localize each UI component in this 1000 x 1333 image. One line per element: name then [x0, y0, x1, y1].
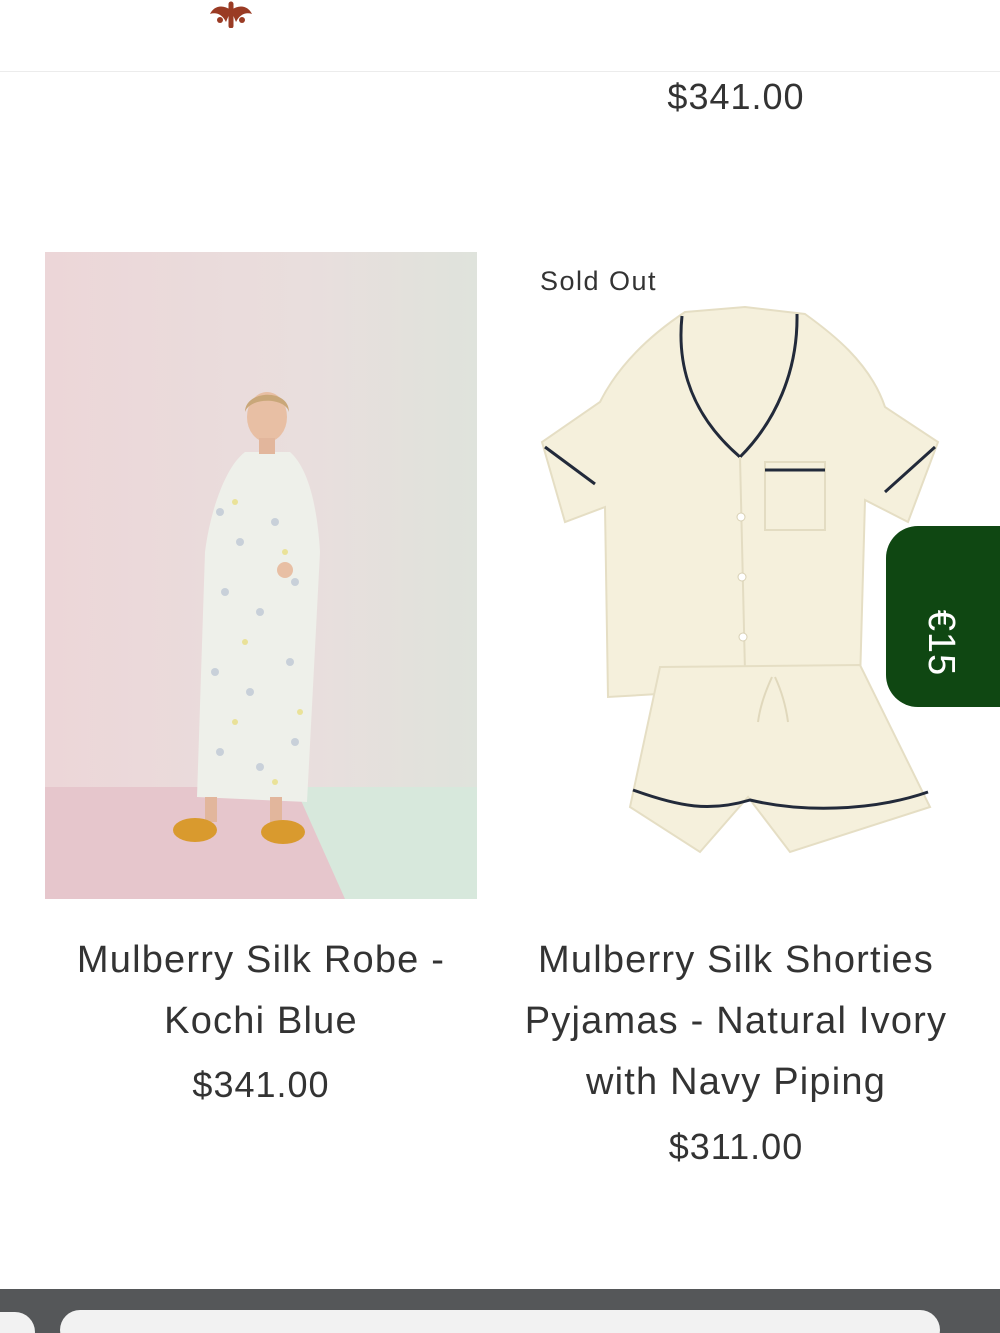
product-price: $341.00: [192, 1064, 330, 1105]
product-price: $311.00: [668, 1126, 804, 1167]
robe-photo: [45, 252, 477, 899]
promo-label: €15: [920, 609, 962, 677]
product-price: $341.00: [667, 76, 805, 117]
product-title[interactable]: Mulberry Silk Robe - Kochi Blue: [45, 930, 477, 1052]
browser-address-bar[interactable]: [60, 1310, 940, 1333]
product-image[interactable]: [45, 252, 477, 899]
promo-tab[interactable]: €15: [886, 526, 1000, 707]
site-header: [0, 0, 1000, 72]
product-title[interactable]: Mulberry Silk Shorties Pyjamas - Natural…: [520, 930, 952, 1113]
sold-out-badge: Sold Out: [540, 266, 658, 296]
brand-logo-icon[interactable]: [206, 0, 256, 28]
